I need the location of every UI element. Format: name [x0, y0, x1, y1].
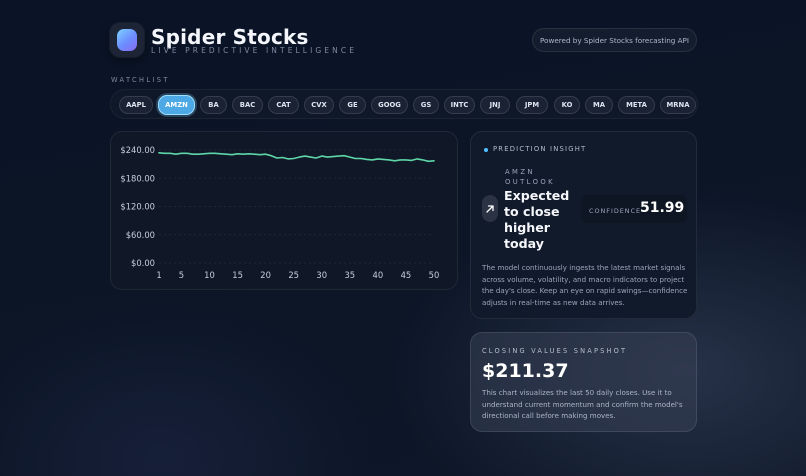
status-dot-icon	[484, 148, 488, 152]
ticker-chip-jnj[interactable]: JNJ	[480, 96, 510, 114]
x-tick-label: 35	[344, 270, 355, 280]
snapshot-description: This chart visualizes the last 50 daily …	[482, 388, 683, 420]
insight-label: PREDICTION INSIGHT	[493, 145, 587, 153]
powered-by-badge: Powered by Spider Stocks forecasting API	[532, 28, 697, 52]
y-tick-label: $0.00	[131, 258, 155, 268]
y-tick-label: $180.00	[120, 173, 155, 183]
x-tick-label: 50	[429, 270, 440, 280]
ticker-chip-mrna[interactable]: MRNA	[660, 96, 696, 114]
closing-snapshot-panel: CLOSING VALUES SNAPSHOT $211.37 This cha…	[470, 332, 697, 432]
ticker-chip-ge[interactable]: GE	[339, 96, 366, 114]
price-chart: $240.00$180.00$120.00$60.00$0.00 1 5 10 15 2…	[120, 145, 440, 280]
insight-outlook-label: OUTLOOK	[505, 178, 555, 186]
price-chart-panel: $240.00 $180.00 $120.00 $60.00 $0.00 1 5 10 15 2…	[110, 131, 458, 290]
confidence-label: CONFIDENCE	[589, 207, 642, 215]
ticker-chip-bac[interactable]: BAC	[232, 96, 263, 114]
x-tick-label: 15	[232, 270, 243, 280]
y-tick-label: $60.00	[126, 230, 155, 240]
x-tick-label: 5	[179, 270, 184, 280]
ticker-chip-amzn[interactable]: AMZN	[158, 95, 195, 115]
ticker-chip-cvx[interactable]: CVX	[304, 96, 334, 114]
watchlist-label: WATCHLIST	[111, 76, 170, 84]
x-tick-label: 20	[260, 270, 271, 280]
prediction-headline: Expected to close higher today	[504, 188, 570, 251]
trend-up-arrow-icon	[482, 195, 498, 222]
x-tick-label: 45	[401, 270, 412, 280]
app-logo	[110, 23, 144, 57]
x-tick-label: 30	[316, 270, 327, 280]
insight-ticker: AMZN	[505, 168, 535, 176]
app-subtitle: LIVE PREDICTIVE INTELLIGENCE	[151, 46, 358, 55]
confidence-value: 51.99	[640, 200, 685, 216]
insight-description: The model continuously ingests the lates…	[482, 263, 688, 307]
ticker-chip-goog[interactable]: GOOG	[371, 96, 408, 114]
x-tick-label: 40	[373, 270, 384, 280]
ticker-chip-jpm[interactable]: JPM	[516, 96, 548, 114]
prediction-insight-panel: PREDICTION INSIGHT AMZN OUTLOOK Expected…	[470, 131, 697, 319]
x-tick-label: 25	[288, 270, 299, 280]
ticker-chip-intc[interactable]: INTC	[444, 96, 475, 114]
ticker-chip-cat[interactable]: CAT	[268, 96, 299, 114]
ticker-chip-ko[interactable]: KO	[554, 96, 580, 114]
y-tick-label: $120.00	[120, 202, 155, 212]
ticker-chip-aapl[interactable]: AAPL	[119, 96, 153, 114]
confidence-box: CONFIDENCE 51.99	[581, 195, 687, 223]
ticker-chip-ba[interactable]: BA	[200, 96, 227, 114]
x-tick-label: 10	[204, 270, 215, 280]
series-line	[158, 152, 435, 163]
logo-mark	[117, 29, 137, 51]
snapshot-value: $211.37	[482, 360, 569, 382]
snapshot-label: CLOSING VALUES SNAPSHOT	[482, 347, 628, 355]
y-tick-label: $240.00	[120, 145, 155, 155]
ticker-chip-gs[interactable]: GS	[413, 96, 439, 114]
ticker-chip-meta[interactable]: META	[618, 96, 655, 114]
ticker-chip-ma[interactable]: MA	[585, 96, 613, 114]
x-tick-label: 1	[156, 270, 161, 280]
